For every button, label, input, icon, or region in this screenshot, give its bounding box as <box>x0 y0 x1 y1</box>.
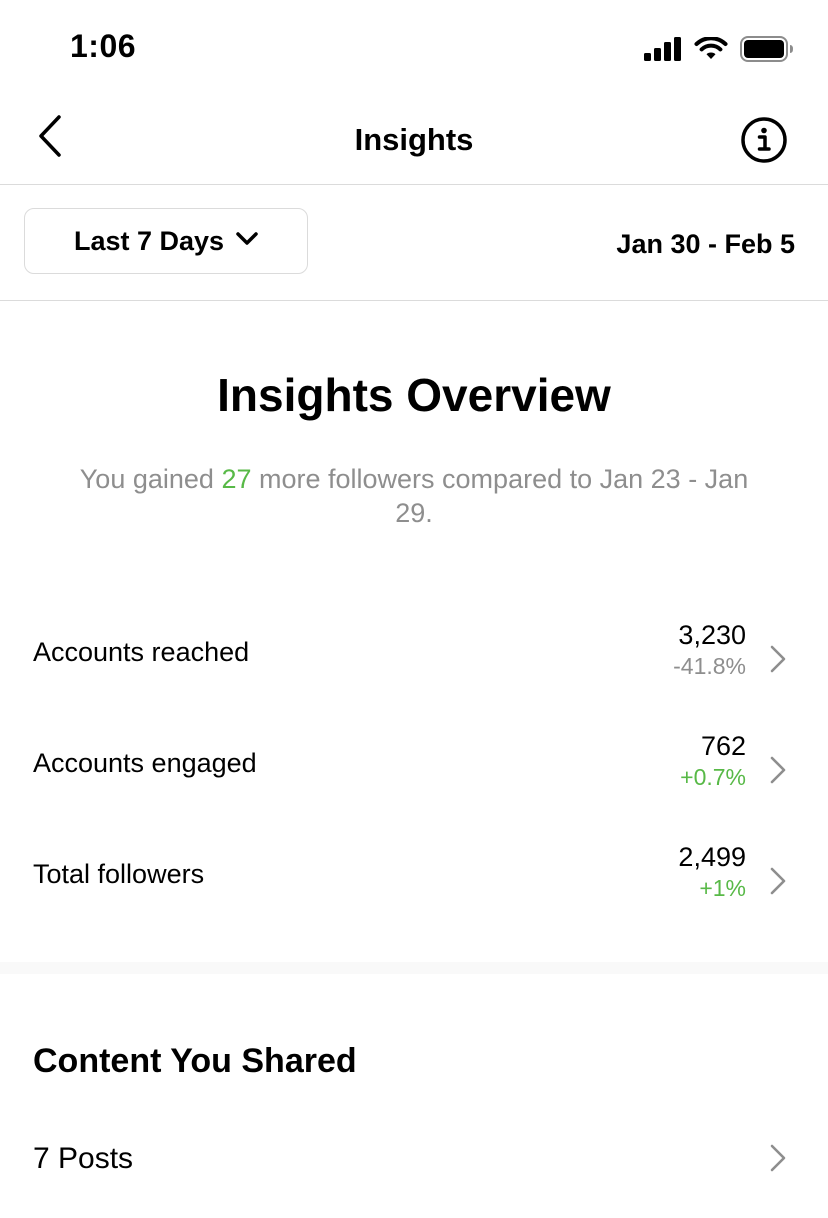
insights-screen: 1:06 Insights Last 7 Days Jan 30 - Feb 5… <box>0 0 828 1218</box>
metric-change: +1% <box>699 875 746 901</box>
cellular-signal-icon <box>644 37 682 66</box>
metric-row-accounts-reached[interactable]: Accounts reached 3,230 -41.8% <box>0 619 828 709</box>
period-label: Last 7 Days <box>73 225 225 256</box>
metric-change: +0.7% <box>680 764 746 790</box>
chevron-down-icon <box>236 231 258 251</box>
chevron-right-icon <box>768 643 788 675</box>
page-title: Insights <box>354 122 474 157</box>
period-dropdown[interactable]: Last 7 Days <box>24 208 308 274</box>
posts-label: 7 Posts <box>33 1142 134 1175</box>
content-section-title: Content You Shared <box>33 1042 357 1080</box>
info-button[interactable] <box>740 116 788 164</box>
metric-value: 2,499 <box>678 842 746 872</box>
metric-label: Accounts engaged <box>33 748 257 778</box>
status-bar: 1:06 <box>0 0 828 96</box>
metric-row-total-followers[interactable]: Total followers 2,499 +1% <box>0 841 828 931</box>
metric-label: Total followers <box>33 859 205 889</box>
posts-row[interactable]: 7 Posts <box>0 1130 828 1190</box>
section-divider <box>0 962 828 974</box>
battery-icon <box>740 36 794 67</box>
metric-change: -41.8% <box>673 653 746 679</box>
status-icons <box>644 36 794 67</box>
chevron-right-icon <box>768 1142 788 1174</box>
metric-values: 3,230 -41.8% <box>673 619 746 681</box>
metric-value: 762 <box>700 731 746 761</box>
subtitle-prefix: You gained <box>79 464 222 494</box>
wifi-icon <box>694 36 728 66</box>
date-range: Jan 30 - Feb 5 <box>616 229 795 259</box>
followers-gained-value: 27 <box>221 464 252 494</box>
overview-title: Insights Overview <box>217 369 611 421</box>
status-time: 1:06 <box>70 28 137 64</box>
info-icon <box>740 117 788 168</box>
nav-bar: Insights <box>0 96 828 185</box>
subtitle-suffix: more followers compared to Jan 23 - Jan … <box>251 464 749 528</box>
filter-row: Last 7 Days Jan 30 - Feb 5 <box>0 185 828 301</box>
chevron-right-icon <box>768 754 788 786</box>
metric-label: Accounts reached <box>33 637 250 667</box>
metric-values: 762 +0.7% <box>680 730 746 792</box>
overview-subtitle: You gained 27 more followers compared to… <box>70 462 758 530</box>
metric-values: 2,499 +1% <box>678 841 746 903</box>
chevron-right-icon <box>768 865 788 897</box>
metric-value: 3,230 <box>678 620 746 650</box>
metric-row-accounts-engaged[interactable]: Accounts engaged 762 +0.7% <box>0 730 828 820</box>
